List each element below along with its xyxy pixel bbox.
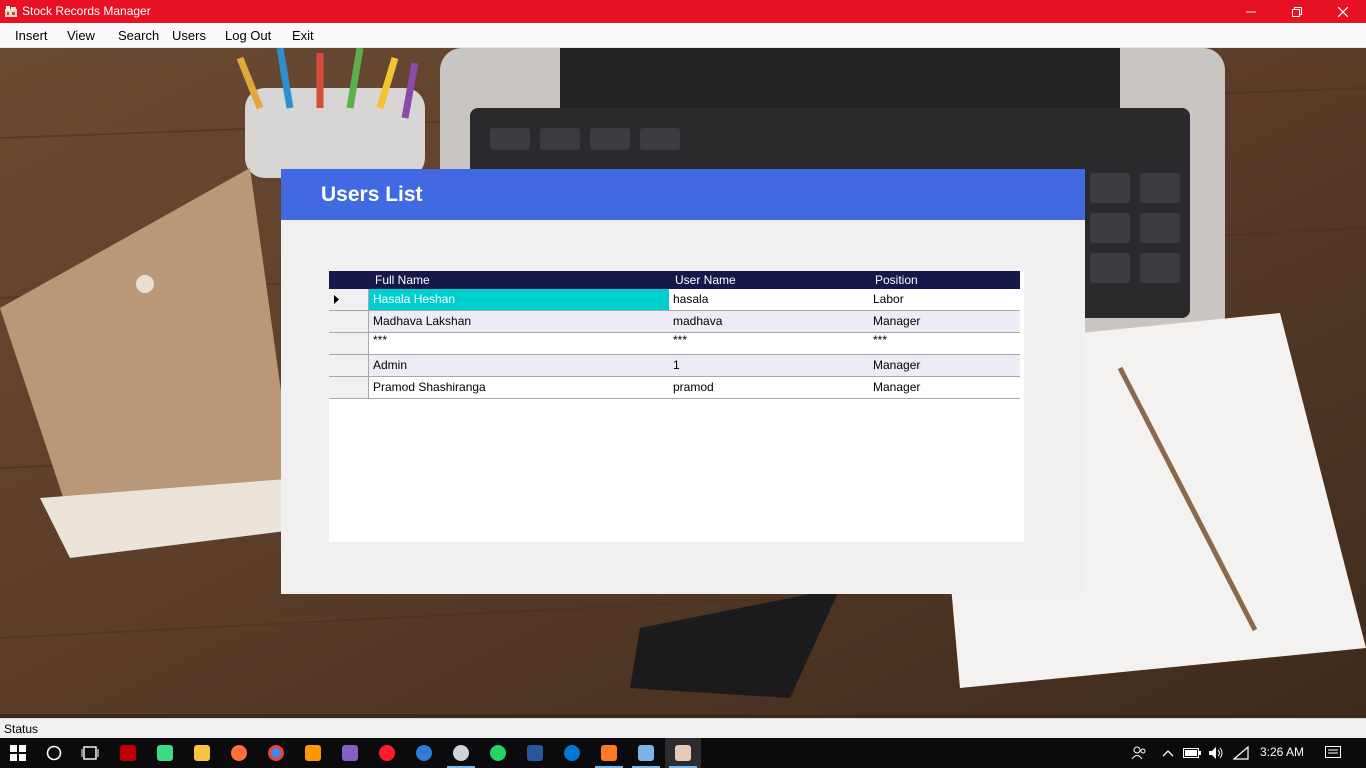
table-row[interactable]: Pramod Shashiranga pramod Manager (329, 377, 1020, 399)
cell-user-name[interactable]: *** (669, 333, 869, 354)
cell-user-name[interactable]: hasala (669, 289, 869, 310)
minimize-button[interactable] (1228, 0, 1274, 23)
panel-header: Users List (281, 169, 1085, 220)
menu-bar: Insert View Search Users Log Out Exit (0, 23, 1366, 48)
cell-position[interactable]: Labor (869, 289, 1020, 310)
cell-user-name[interactable]: pramod (669, 377, 869, 398)
stock-manager-icon[interactable] (665, 738, 701, 768)
grid-header: Full Name User Name Position (329, 271, 1020, 289)
users-grid[interactable]: Full Name User Name Position Hasala Hesh… (329, 271, 1024, 542)
action-center-icon[interactable] (1320, 738, 1346, 768)
minimize-icon (1246, 11, 1256, 12)
cell-full-name[interactable]: *** (369, 333, 669, 354)
wifi-icon[interactable] (1230, 738, 1252, 768)
xampp-icon[interactable] (591, 738, 627, 768)
taskbar-clock[interactable]: 3:26 AM (1252, 745, 1312, 759)
column-header-user-name[interactable]: User Name (675, 273, 736, 287)
cell-position[interactable]: *** (869, 333, 1020, 354)
column-header-full-name[interactable]: Full Name (375, 273, 430, 287)
table-row[interactable]: *** *** *** (329, 333, 1020, 355)
row-header[interactable] (329, 333, 369, 354)
task-view-icon[interactable] (72, 738, 108, 768)
menu-users[interactable]: Users (172, 28, 206, 43)
android-studio-icon[interactable] (147, 738, 183, 768)
visual-studio-icon[interactable] (332, 738, 368, 768)
file-explorer-icon[interactable] (184, 738, 220, 768)
close-button[interactable] (1320, 0, 1366, 23)
cell-position[interactable]: Manager (869, 311, 1020, 332)
menu-view[interactable]: View (67, 28, 95, 43)
filezilla-icon[interactable] (110, 738, 146, 768)
cortana-icon[interactable] (36, 738, 72, 768)
show-hidden-icons-chevron-icon[interactable] (1158, 738, 1178, 768)
cell-position[interactable]: Manager (869, 377, 1020, 398)
table-row[interactable]: Hasala Heshan hasala Labor (329, 289, 1020, 311)
taskbar: 3:26 AM (0, 738, 1366, 768)
battery-icon[interactable] (1181, 738, 1203, 768)
table-row[interactable]: Madhava Lakshan madhava Manager (329, 311, 1020, 333)
restore-icon (1292, 6, 1302, 17)
row-header[interactable] (329, 355, 369, 376)
settings-icon[interactable] (443, 738, 479, 768)
current-row-arrow-icon (334, 295, 339, 304)
whatsapp-icon[interactable] (480, 738, 516, 768)
cell-full-name[interactable]: Hasala Heshan (369, 289, 669, 310)
cell-position[interactable]: Manager (869, 355, 1020, 376)
users-list-panel: Users List Full Name User Name Position … (281, 169, 1085, 594)
menu-insert[interactable]: Insert (15, 28, 48, 43)
table-row[interactable]: Admin 1 Manager (329, 355, 1020, 377)
cell-full-name[interactable]: Admin (369, 355, 669, 376)
cell-full-name[interactable]: Pramod Shashiranga (369, 377, 669, 398)
maximize-button[interactable] (1274, 0, 1320, 23)
opera-icon[interactable] (369, 738, 405, 768)
chrome-icon[interactable] (258, 738, 294, 768)
row-header[interactable] (329, 289, 369, 310)
app-icon (5, 6, 17, 17)
firefox-dev-icon[interactable] (406, 738, 442, 768)
status-label: Status (4, 722, 39, 736)
status-bar: Status (0, 718, 1366, 738)
window-title: Stock Records Manager (22, 4, 151, 18)
windows-start-icon[interactable] (0, 738, 36, 768)
title-bar: Stock Records Manager (0, 0, 1366, 23)
menu-logout[interactable]: Log Out (225, 28, 271, 43)
cell-user-name[interactable]: 1 (669, 355, 869, 376)
edge-icon[interactable] (554, 738, 590, 768)
menu-exit[interactable]: Exit (292, 28, 314, 43)
volume-icon[interactable] (1205, 738, 1227, 768)
menu-search[interactable]: Search (118, 28, 159, 43)
people-icon[interactable] (1128, 738, 1150, 768)
sublime-icon[interactable] (295, 738, 331, 768)
row-header[interactable] (329, 377, 369, 398)
panel-title: Users List (321, 183, 423, 206)
close-icon (1338, 6, 1348, 17)
word-icon[interactable] (517, 738, 553, 768)
firefox-icon[interactable] (221, 738, 257, 768)
paint-icon[interactable] (628, 738, 664, 768)
cell-user-name[interactable]: madhava (669, 311, 869, 332)
cell-full-name[interactable]: Madhava Lakshan (369, 311, 669, 332)
column-header-position[interactable]: Position (875, 273, 918, 287)
row-header[interactable] (329, 311, 369, 332)
